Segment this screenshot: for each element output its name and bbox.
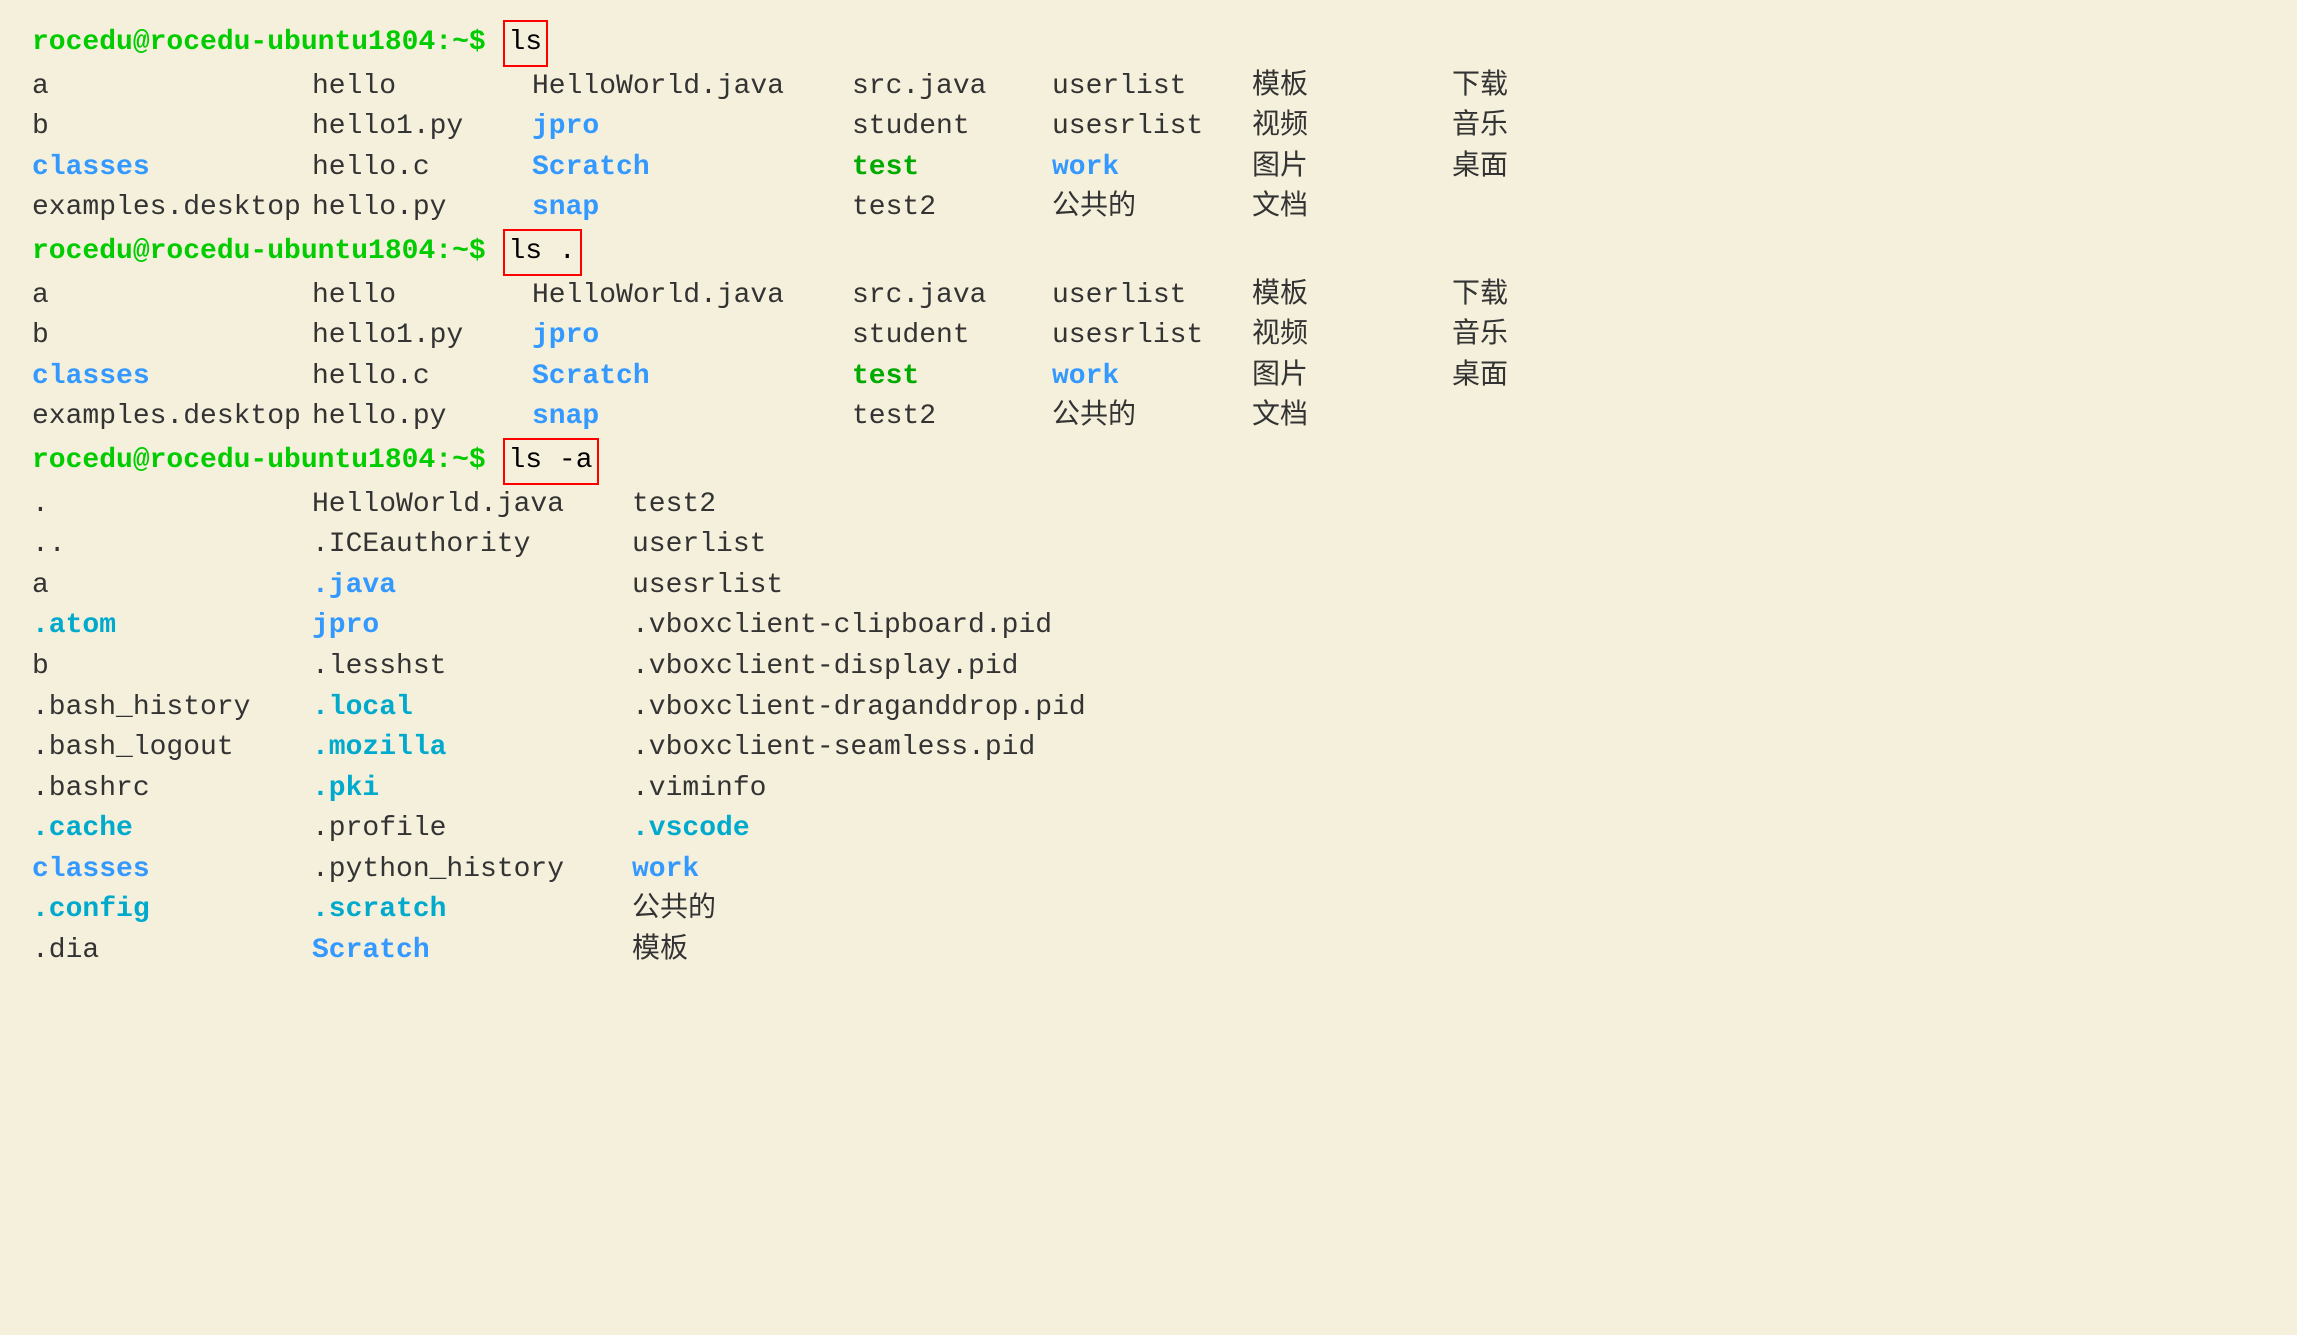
ls-row-4: examples.desktop hello.py snap test2 公共的… [32, 188, 2297, 229]
col-f-1: 模板 [1252, 67, 1452, 108]
ls-a-row-5: b .lesshst .vboxclient-display.pid [32, 647, 2297, 688]
col-f-3: 图片 [1252, 148, 1452, 189]
col-d-1: src.java [852, 67, 1052, 108]
cmd-1: ls [503, 20, 549, 67]
ls-a-row-10: classes .python_history work [32, 850, 2297, 891]
col-e-2: usesrlist [1052, 107, 1252, 148]
col-c-1: HelloWorld.java [532, 67, 852, 108]
ls-dot-row-4: examples.desktop hello.py snap test2 公共的… [32, 397, 2297, 438]
ls-row-3: classes hello.c Scratch test work 图片 桌面 [32, 148, 2297, 189]
ls-dot-row-3: classes hello.c Scratch test work 图片 桌面 [32, 357, 2297, 398]
ls-dot-row-2: b hello1.py jpro student usesrlist 视频 音乐 [32, 316, 2297, 357]
col-c-3: Scratch [532, 148, 852, 189]
col-d-2: student [852, 107, 1052, 148]
col-e-1: userlist [1052, 67, 1252, 108]
prompt-3: rocedu@rocedu-ubuntu1804:~$ [32, 441, 486, 482]
cmd-2: ls . [503, 229, 582, 276]
col-b-1: hello [312, 67, 532, 108]
ls-dot-row-1: a hello HelloWorld.java src.java userlis… [32, 276, 2297, 317]
col-b-2: hello1.py [312, 107, 532, 148]
command-line-1: rocedu@rocedu-ubuntu1804:~$ ls [32, 20, 2297, 67]
ls-a-row-8: .bashrc .pki .viminfo [32, 769, 2297, 810]
col-a-1: a [32, 67, 312, 108]
ls-a-row-1: . HelloWorld.java test2 [32, 485, 2297, 526]
ls-row-1: a hello HelloWorld.java src.java userlis… [32, 67, 2297, 108]
command-line-2: rocedu@rocedu-ubuntu1804:~$ ls . [32, 229, 2297, 276]
ls-a-row-12: .dia Scratch 模板 [32, 931, 2297, 972]
ls-a-row-11: .config .scratch 公共的 [32, 890, 2297, 931]
col-b-3: hello.c [312, 148, 532, 189]
col-b-4: hello.py [312, 188, 532, 229]
col-e-4: 公共的 [1052, 188, 1252, 229]
ls-a-row-7: .bash_logout .mozilla .vboxclient-seamle… [32, 728, 2297, 769]
col-g-2: 音乐 [1452, 107, 1582, 148]
col-c-4: snap [532, 188, 852, 229]
col-d-4: test2 [852, 188, 1052, 229]
terminal-window: rocedu@rocedu-ubuntu1804:~$ ls a hello H… [16, 10, 2297, 1325]
command-line-3: rocedu@rocedu-ubuntu1804:~$ ls -a [32, 438, 2297, 485]
prompt-1: rocedu@rocedu-ubuntu1804:~$ [32, 23, 486, 64]
col-a-3: classes [32, 148, 312, 189]
col-a-2: b [32, 107, 312, 148]
ls-row-2: b hello1.py jpro student usesrlist 视频 音乐 [32, 107, 2297, 148]
col-e-3: work [1052, 148, 1252, 189]
col-c-2: jpro [532, 107, 852, 148]
col-f-2: 视频 [1252, 107, 1452, 148]
cmd-3: ls -a [503, 438, 599, 485]
col-g-3: 桌面 [1452, 148, 1582, 189]
ls-a-row-3: a .java usesrlist [32, 566, 2297, 607]
col-g-1: 下载 [1452, 67, 1582, 108]
prompt-2: rocedu@rocedu-ubuntu1804:~$ [32, 232, 486, 273]
col-d-3: test [852, 148, 1052, 189]
col-f-4: 文档 [1252, 188, 1452, 229]
ls-a-row-2: .. .ICEauthority userlist [32, 525, 2297, 566]
ls-a-row-4: .atom jpro .vboxclient-clipboard.pid [32, 606, 2297, 647]
col-a-4: examples.desktop [32, 188, 312, 229]
ls-a-row-9: .cache .profile .vscode [32, 809, 2297, 850]
ls-a-row-6: .bash_history .local .vboxclient-dragand… [32, 688, 2297, 729]
